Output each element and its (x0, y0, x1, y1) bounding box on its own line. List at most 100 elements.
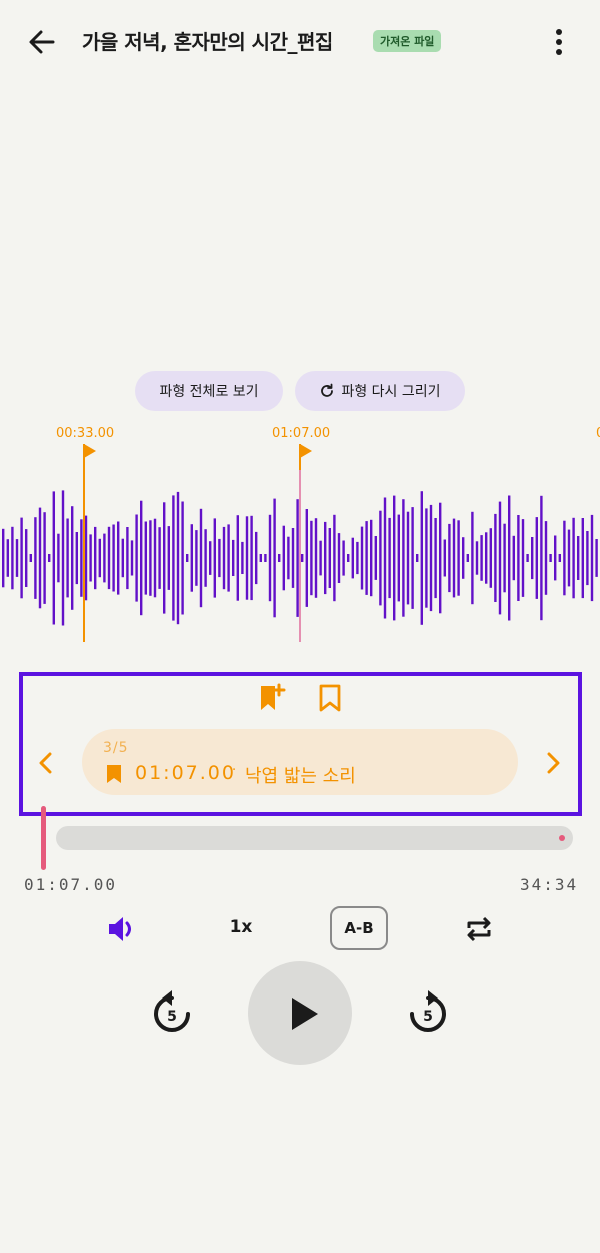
waveform-bar (374, 536, 377, 580)
waveform-bar (204, 529, 207, 587)
next-bookmark-button[interactable] (543, 750, 563, 776)
waveform-bar (15, 539, 19, 577)
view-full-waveform-label: 파형 전체로 보기 (159, 384, 259, 400)
waveform-bar (494, 513, 497, 602)
waveform-bar (236, 515, 239, 601)
waveform-bar (190, 524, 193, 592)
ab-repeat-label: A-B (344, 919, 374, 937)
waveform-bar (526, 554, 529, 562)
waveform-bar (305, 509, 308, 607)
waveform-bar (2, 528, 5, 588)
waveform-bar (268, 514, 272, 602)
more-options-button[interactable] (545, 26, 573, 58)
waveform-bar (94, 526, 97, 590)
volume-button[interactable] (105, 913, 139, 945)
previous-bookmark-button[interactable] (36, 750, 56, 776)
waveform-bar (273, 498, 276, 618)
waveform-bar (416, 554, 419, 562)
waveform-bar (140, 500, 143, 616)
waveform-bar (347, 554, 350, 562)
bookmark-add-icon (261, 683, 286, 710)
waveform-bar (80, 519, 83, 597)
seek-bar[interactable] (56, 826, 573, 850)
marker-time-label-clipped: 0 (596, 426, 600, 441)
playhead-handle[interactable] (41, 806, 46, 870)
waveform-bar (443, 539, 446, 577)
redraw-waveform-label: 파형 다시 그리기 (341, 384, 441, 400)
bookmark-marker-flag-icon[interactable] (300, 444, 312, 458)
bookmark-text: 낙엽 밟는 소리 (245, 766, 356, 787)
waveform-bar (112, 524, 115, 592)
waveform-bar (498, 501, 502, 615)
chevron-right-icon (547, 752, 560, 774)
waveform-bar (117, 521, 120, 595)
marker-time-label: 00:33.00 (56, 426, 115, 441)
waveform-bar (485, 532, 488, 584)
waveform-bar (342, 540, 345, 576)
chevron-left-icon (39, 752, 52, 774)
waveform-bar (406, 511, 410, 605)
redraw-waveform-button[interactable]: 파형 다시 그리기 (295, 371, 465, 411)
waveform-bar (365, 521, 368, 595)
waveform-bar (558, 554, 561, 562)
waveform-bar (241, 541, 244, 574)
forward-button[interactable]: 5 (406, 988, 450, 1038)
waveform-bar (314, 518, 318, 598)
waveform-bar (163, 502, 166, 614)
waveform-bar (38, 507, 42, 609)
waveform-bar (452, 518, 456, 598)
waveform-bar (130, 540, 134, 576)
forward-5-icon: 5 (410, 990, 446, 1032)
waveform-bar (383, 497, 387, 619)
waveform-bar (462, 537, 465, 579)
total-time: 34:34 (520, 875, 579, 894)
waveform-bar (370, 519, 373, 597)
waveform-bar (11, 526, 14, 590)
waveform-bar (503, 523, 506, 593)
waveform-bar (535, 517, 538, 599)
waveform-bar (425, 508, 428, 608)
waveform-bar (107, 526, 111, 590)
waveform-bar (20, 517, 23, 599)
waveform-bar (388, 517, 391, 599)
add-bookmark-button[interactable] (258, 683, 286, 713)
page-title: 가을 저녁, 혼자만의 시간_편집 (82, 30, 333, 54)
bookmark-list-button[interactable] (317, 683, 343, 713)
waveform-bar (209, 541, 212, 575)
waveform-bar (434, 518, 437, 599)
back-button[interactable] (22, 22, 62, 62)
waveform-bar (554, 535, 557, 581)
waveform-bar (255, 531, 258, 585)
waveform-bar (181, 501, 184, 615)
waveform-bar (508, 495, 511, 621)
waveform-bar (84, 515, 88, 601)
waveform-bar (420, 491, 423, 625)
seek-bar-end-dot (559, 835, 565, 841)
bookmark-outline-icon (319, 684, 341, 712)
waveform-bar (61, 490, 65, 626)
playback-speed-button[interactable]: 1x (222, 917, 260, 937)
view-full-waveform-button[interactable]: 파형 전체로 보기 (135, 371, 283, 411)
more-vertical-icon (556, 29, 562, 55)
repeat-button[interactable] (463, 913, 495, 945)
waveform-bar (218, 538, 221, 578)
waveform-bar (144, 521, 147, 595)
waveform[interactable] (0, 440, 600, 650)
waveform-bar (577, 536, 580, 580)
imported-file-badge: 가져온 파일 (373, 30, 442, 52)
bookmark-time: 01:07.00 (135, 762, 236, 784)
rewind-5-icon: 5 (154, 990, 190, 1032)
waveform-bar (71, 506, 74, 610)
waveform-bar (379, 510, 382, 606)
waveform-bar (103, 533, 106, 583)
waveform-bar (448, 523, 451, 593)
rewind-button[interactable]: 5 (150, 988, 194, 1038)
ab-repeat-button[interactable]: A-B (330, 906, 388, 950)
waveform-bar (186, 554, 189, 562)
bookmark-marker-flag-icon[interactable] (84, 444, 96, 458)
waveform-bar (287, 536, 290, 580)
waveform-bar (360, 526, 364, 590)
waveform-bar (337, 533, 341, 583)
waveform-bar (126, 527, 129, 590)
waveform-bar (328, 528, 331, 588)
